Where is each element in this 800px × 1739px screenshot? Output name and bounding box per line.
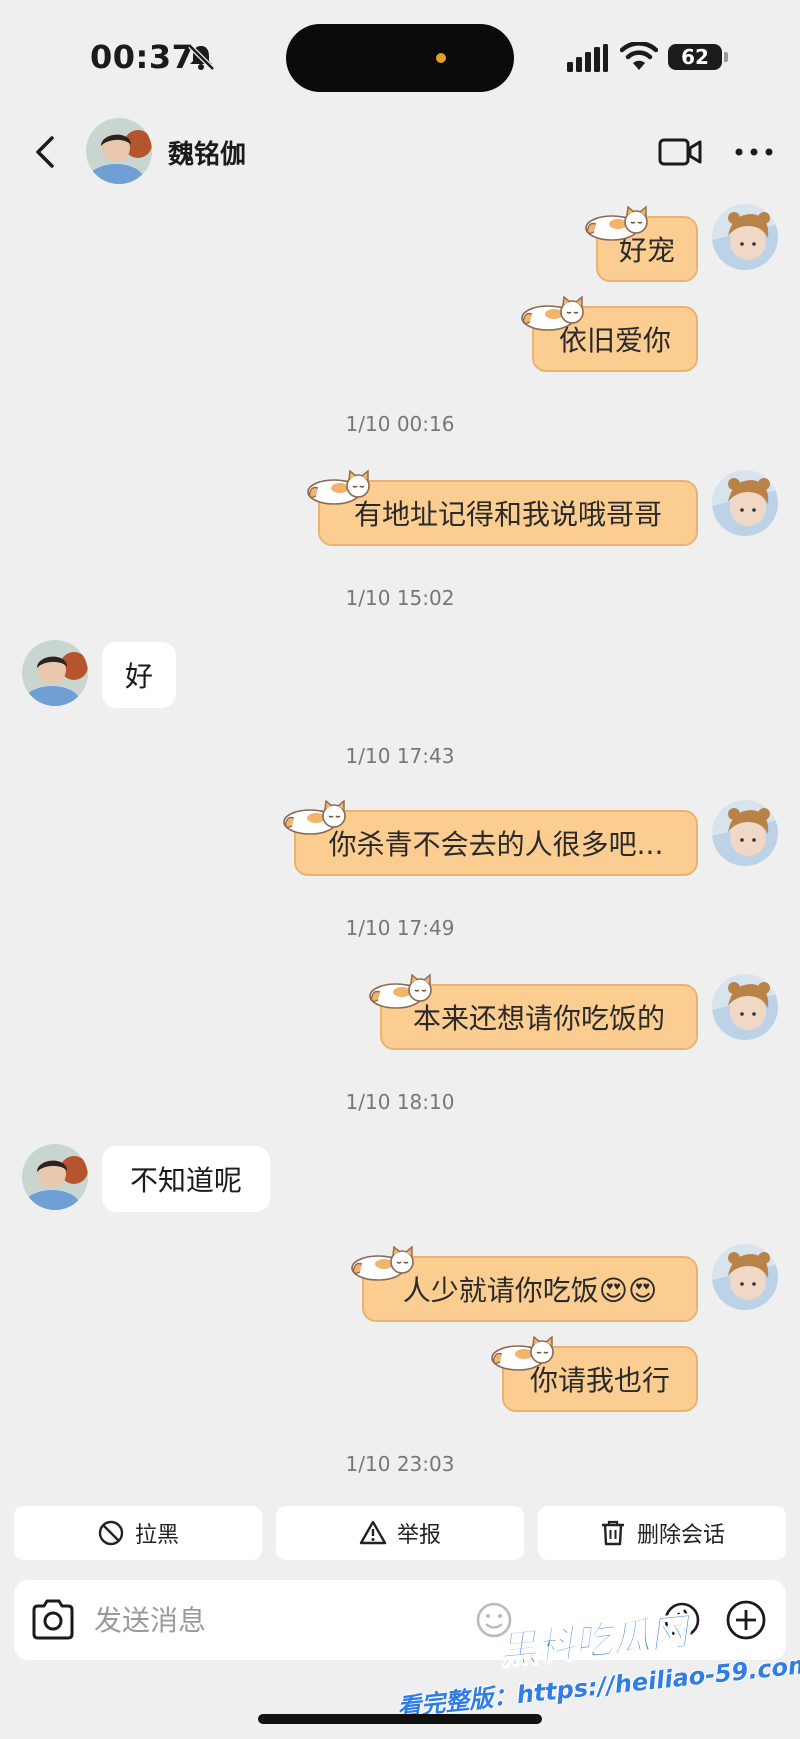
video-call-icon[interactable] bbox=[658, 136, 702, 168]
trash-icon bbox=[601, 1520, 624, 1546]
cat-sticker-icon bbox=[521, 296, 584, 331]
message-timestamp: 1/10 23:03 bbox=[345, 1452, 455, 1476]
my-avatar[interactable] bbox=[712, 1244, 778, 1310]
block-icon bbox=[98, 1520, 124, 1546]
message-input[interactable] bbox=[94, 1580, 454, 1660]
message-text: 好 bbox=[124, 660, 153, 693]
avatar-boy-icon bbox=[22, 640, 88, 706]
more-options-icon[interactable] bbox=[734, 146, 774, 158]
cat-sticker-icon bbox=[585, 206, 648, 241]
my-avatar[interactable] bbox=[712, 470, 778, 536]
avatar-girl-icon bbox=[712, 974, 778, 1040]
contact-name: 魏铭伽 bbox=[168, 140, 247, 170]
avatar-girl-icon bbox=[712, 470, 778, 536]
battery-indicator: 62 bbox=[668, 44, 728, 70]
message-timestamp: 1/10 15:02 bbox=[345, 586, 455, 610]
message-bubble-mine[interactable]: 有地址记得和我说哦哥哥 bbox=[318, 480, 698, 546]
my-avatar[interactable] bbox=[712, 974, 778, 1040]
cat-sticker-icon bbox=[351, 1246, 414, 1281]
contact-avatar[interactable] bbox=[22, 1144, 88, 1210]
message-timestamp: 1/10 00:16 bbox=[345, 412, 455, 436]
avatar-girl-icon bbox=[712, 1244, 778, 1310]
cat-sticker-icon bbox=[491, 1336, 554, 1371]
message-timestamp: 1/10 18:10 bbox=[345, 1090, 455, 1114]
message-text: 不知道呢 bbox=[129, 1164, 242, 1197]
cat-sticker-icon bbox=[369, 974, 432, 1009]
avatar-boy-icon bbox=[22, 1144, 88, 1210]
battery-level: 62 bbox=[681, 45, 709, 69]
cellular-signal-icon bbox=[567, 44, 608, 72]
message-timestamp: 1/10 17:49 bbox=[345, 916, 455, 940]
block-label: 拉黑 bbox=[134, 1523, 179, 1548]
message-text: 本来还想请你吃饭的 bbox=[412, 1002, 665, 1035]
chat-header: 魏铭伽 bbox=[0, 118, 800, 192]
my-avatar[interactable] bbox=[712, 204, 778, 270]
status-time: 00:37 bbox=[90, 38, 195, 76]
home-indicator bbox=[258, 1714, 542, 1724]
delete-label: 删除会话 bbox=[636, 1523, 725, 1548]
message-text: 有地址记得和我说哦哥哥 bbox=[353, 498, 662, 531]
report-button[interactable]: 举报 bbox=[276, 1506, 524, 1560]
contact-avatar[interactable] bbox=[22, 640, 88, 706]
avatar-girl-icon bbox=[712, 800, 778, 866]
avatar-girl-icon bbox=[712, 204, 778, 270]
warning-icon bbox=[359, 1520, 387, 1545]
my-avatar[interactable] bbox=[712, 800, 778, 866]
message-bubble-theirs[interactable]: 不知道呢 bbox=[102, 1146, 270, 1212]
delete-conversation-button[interactable]: 删除会话 bbox=[538, 1506, 786, 1560]
message-text: 你杀青不会去的人很多吧... bbox=[328, 828, 664, 861]
cat-sticker-icon bbox=[283, 800, 346, 835]
bell-muted-icon bbox=[188, 44, 215, 71]
cat-sticker-icon bbox=[307, 470, 370, 505]
avatar-boy-icon bbox=[86, 118, 152, 184]
block-button[interactable]: 拉黑 bbox=[14, 1506, 262, 1560]
dynamic-island bbox=[286, 24, 514, 92]
camera-indicator-dot bbox=[436, 53, 446, 63]
message-list[interactable]: 好宠 依旧爱你 1/10 00:16 有地址记得和我说哦哥哥 1/10 15:0… bbox=[0, 192, 800, 1492]
wifi-icon bbox=[620, 42, 658, 70]
message-timestamp: 1/10 17:43 bbox=[345, 744, 455, 768]
camera-icon[interactable] bbox=[30, 1598, 76, 1642]
message-bubble-theirs[interactable]: 好 bbox=[102, 642, 176, 708]
message-bubble-mine[interactable]: 你杀青不会去的人很多吧... bbox=[294, 810, 698, 876]
plus-icon[interactable] bbox=[724, 1598, 768, 1642]
report-label: 举报 bbox=[396, 1523, 441, 1548]
back-button[interactable] bbox=[26, 132, 66, 172]
contact-avatar[interactable] bbox=[86, 118, 152, 184]
status-bar: 00:37 62 bbox=[0, 0, 800, 118]
message-text: 人少就请你吃饭😍😍 bbox=[402, 1274, 658, 1307]
